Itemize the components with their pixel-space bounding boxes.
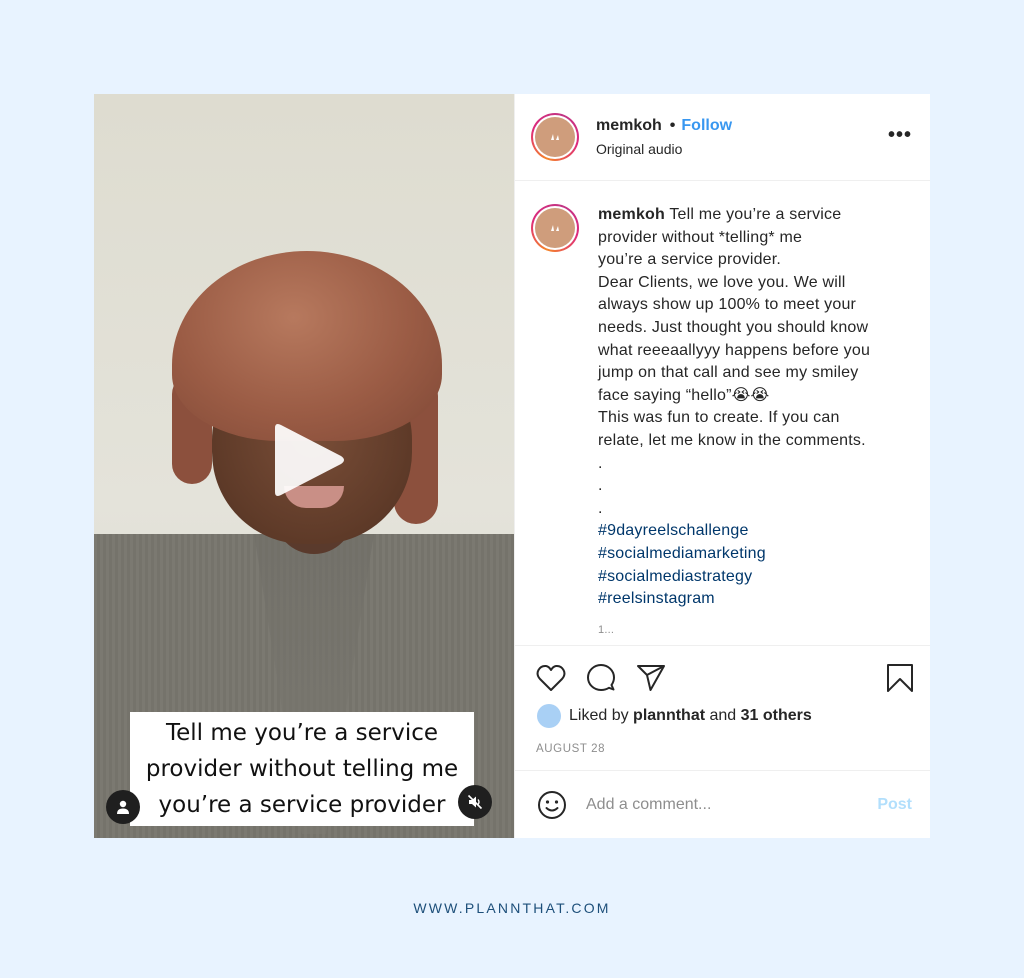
muted-speaker-icon: [467, 794, 483, 810]
caption-line: needs. Just thought you should know: [598, 318, 869, 336]
overlay-line: Tell me you’re a service: [165, 720, 439, 746]
liker-avatar[interactable]: [537, 704, 561, 728]
caption-line: jump on that call and see my smiley: [598, 364, 859, 382]
caption-line: .: [598, 499, 603, 517]
post-date[interactable]: AUGUST 28: [536, 743, 605, 755]
post-caption: memkoh Tell me you’re a service provider…: [598, 204, 914, 644]
add-comment-bar: Post: [515, 772, 930, 838]
likes-prefix: Liked by: [569, 707, 629, 724]
caption-truncated-hint: 1...: [598, 623, 615, 636]
post-actions-section: Liked by plannthat and 31 others AUGUST …: [515, 645, 930, 771]
comment-button[interactable]: [585, 662, 617, 694]
mute-toggle-button[interactable]: [458, 785, 492, 819]
more-icon: •••: [887, 124, 912, 146]
caption-line: This was fun to create. If you can: [598, 409, 840, 427]
author-username[interactable]: memkoh: [596, 117, 662, 135]
share-icon: [637, 665, 665, 691]
tagged-users-button[interactable]: [106, 790, 140, 824]
hashtag-link[interactable]: #socialmediastrategy: [598, 566, 914, 589]
caption-username[interactable]: memkoh: [598, 206, 665, 223]
footer-url: WWW.PLANNTHAT.COM: [413, 900, 611, 916]
caption-line: relate, let me know in the comments.: [598, 431, 866, 449]
caption-line: what reeeaallyyy happens before you: [598, 341, 871, 359]
post-header: memkoh • Follow Original audio •••: [515, 94, 930, 181]
user-tag-icon: [117, 800, 129, 814]
post-comment-button[interactable]: Post: [877, 796, 912, 814]
story-ring[interactable]: [531, 113, 579, 161]
caption-line: face saying “hello”😭😭: [598, 386, 770, 404]
hashtag-link[interactable]: #9dayreelschallenge: [598, 520, 914, 543]
caption-text: Tell me you’re a service: [669, 206, 842, 223]
like-button[interactable]: [535, 662, 567, 694]
separator-dot: •: [669, 117, 676, 134]
play-icon[interactable]: [267, 422, 347, 502]
emoji-button[interactable]: [536, 789, 568, 821]
hashtag-link[interactable]: #reelsinstagram: [598, 588, 914, 611]
likes-summary[interactable]: Liked by plannthat and 31 others: [537, 704, 812, 728]
share-button[interactable]: [635, 662, 667, 694]
caption-line: always show up 100% to meet your: [598, 296, 857, 314]
overlay-line: provider without telling me: [145, 756, 459, 782]
liker-username[interactable]: plannthat: [633, 707, 705, 725]
bookmark-icon: [887, 664, 913, 692]
video-text-overlay: Tell me you’re a service provider withou…: [130, 712, 474, 826]
likes-others-link[interactable]: 31 others: [741, 707, 812, 725]
comment-icon: [587, 664, 615, 691]
avatar-logo-icon: [551, 134, 559, 140]
action-bar: [535, 662, 667, 694]
overlay-line: you’re a service provider: [158, 792, 446, 818]
caption-line: .: [598, 454, 603, 472]
avatar-logo-icon: [551, 225, 559, 231]
caption-line: .: [598, 477, 603, 495]
comment-input[interactable]: [586, 796, 846, 814]
avatar[interactable]: [535, 208, 575, 248]
post-side-panel: memkoh • Follow Original audio ••• memko…: [514, 94, 930, 838]
hashtag-link[interactable]: #socialmediamarketing: [598, 543, 914, 566]
caption-section: memkoh Tell me you’re a service provider…: [515, 182, 930, 644]
emoji-smiley-icon: [538, 791, 566, 819]
heart-icon: [536, 664, 566, 691]
caption-line: you’re a service provider.: [598, 251, 782, 269]
more-options-button[interactable]: •••: [888, 124, 912, 147]
likes-and: and: [709, 707, 737, 724]
follow-button[interactable]: Follow: [681, 117, 732, 135]
caption-line: Dear Clients, we love you. We will: [598, 273, 846, 291]
instagram-post-card: Tell me you’re a service provider withou…: [94, 94, 930, 838]
reel-video[interactable]: Tell me you’re a service provider withou…: [94, 94, 514, 838]
avatar[interactable]: [535, 117, 575, 157]
caption-line: provider without *telling* me: [598, 228, 803, 246]
save-button[interactable]: [884, 662, 916, 694]
story-ring[interactable]: [531, 204, 579, 252]
audio-label[interactable]: Original audio: [596, 141, 732, 157]
